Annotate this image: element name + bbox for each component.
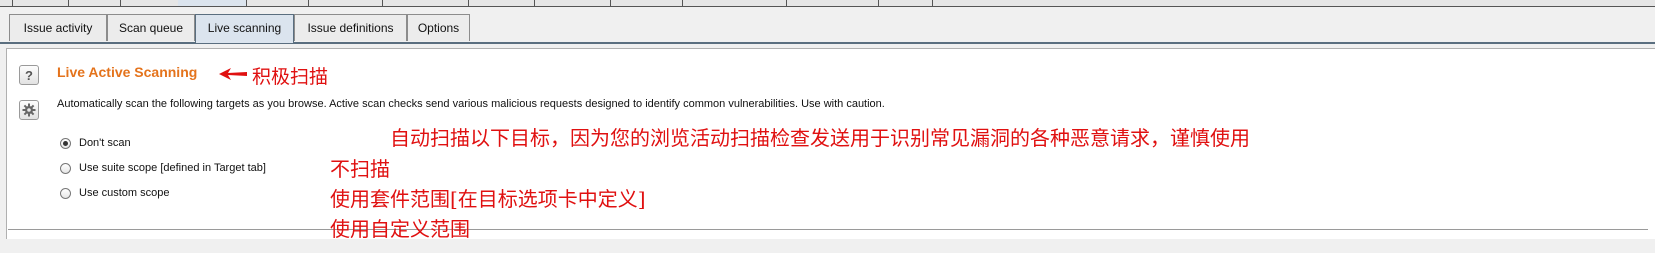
section-divider xyxy=(8,229,1648,230)
radio-suite-scope[interactable]: Use suite scope [defined in Target tab] xyxy=(60,160,266,176)
main-tab-strip xyxy=(0,0,1655,7)
radio-dont-scan[interactable]: Don't scan xyxy=(60,135,131,151)
radio-button[interactable] xyxy=(60,187,71,199)
radio-custom-scope[interactable]: Use custom scope xyxy=(60,185,169,201)
option-annotation: 使用套件范围[在目标选项卡中定义] xyxy=(330,187,646,211)
tab-live-scanning[interactable]: Live scanning xyxy=(195,14,294,43)
radio-label: Use custom scope xyxy=(79,187,170,199)
option-annotation: 使用自定义范围 xyxy=(330,217,470,241)
arrow-icon xyxy=(219,68,247,80)
title-annotation: 积极扫描 xyxy=(252,66,329,88)
help-icon[interactable]: ? xyxy=(19,65,39,85)
radio-button[interactable] xyxy=(60,137,71,149)
gear-icon[interactable] xyxy=(19,100,39,120)
scanner-tab-bar: Issue activity Scan queue Live scanning … xyxy=(0,12,1655,44)
tab-options[interactable]: Options xyxy=(407,14,470,41)
tab-issue-activity[interactable]: Issue activity xyxy=(9,14,107,41)
tab-scan-queue[interactable]: Scan queue xyxy=(107,14,195,41)
radio-label: Don't scan xyxy=(79,137,131,149)
burp-scanner-window: Issue activity Scan queue Live scanning … xyxy=(0,0,1655,253)
section-title: Live Active Scanning xyxy=(57,64,198,80)
option-annotation: 不扫描 xyxy=(330,157,390,181)
radio-label: Use suite scope [defined in Target tab] xyxy=(79,162,266,174)
radio-button[interactable] xyxy=(60,162,71,174)
description-annotation: 自动扫描以下目标，因为您的浏览活动扫描检查发送用于识别常见漏洞的各种恶意请求，谨… xyxy=(390,126,1250,150)
tab-issue-definitions[interactable]: Issue definitions xyxy=(294,14,407,41)
section-description: Automatically scan the following targets… xyxy=(57,98,885,110)
